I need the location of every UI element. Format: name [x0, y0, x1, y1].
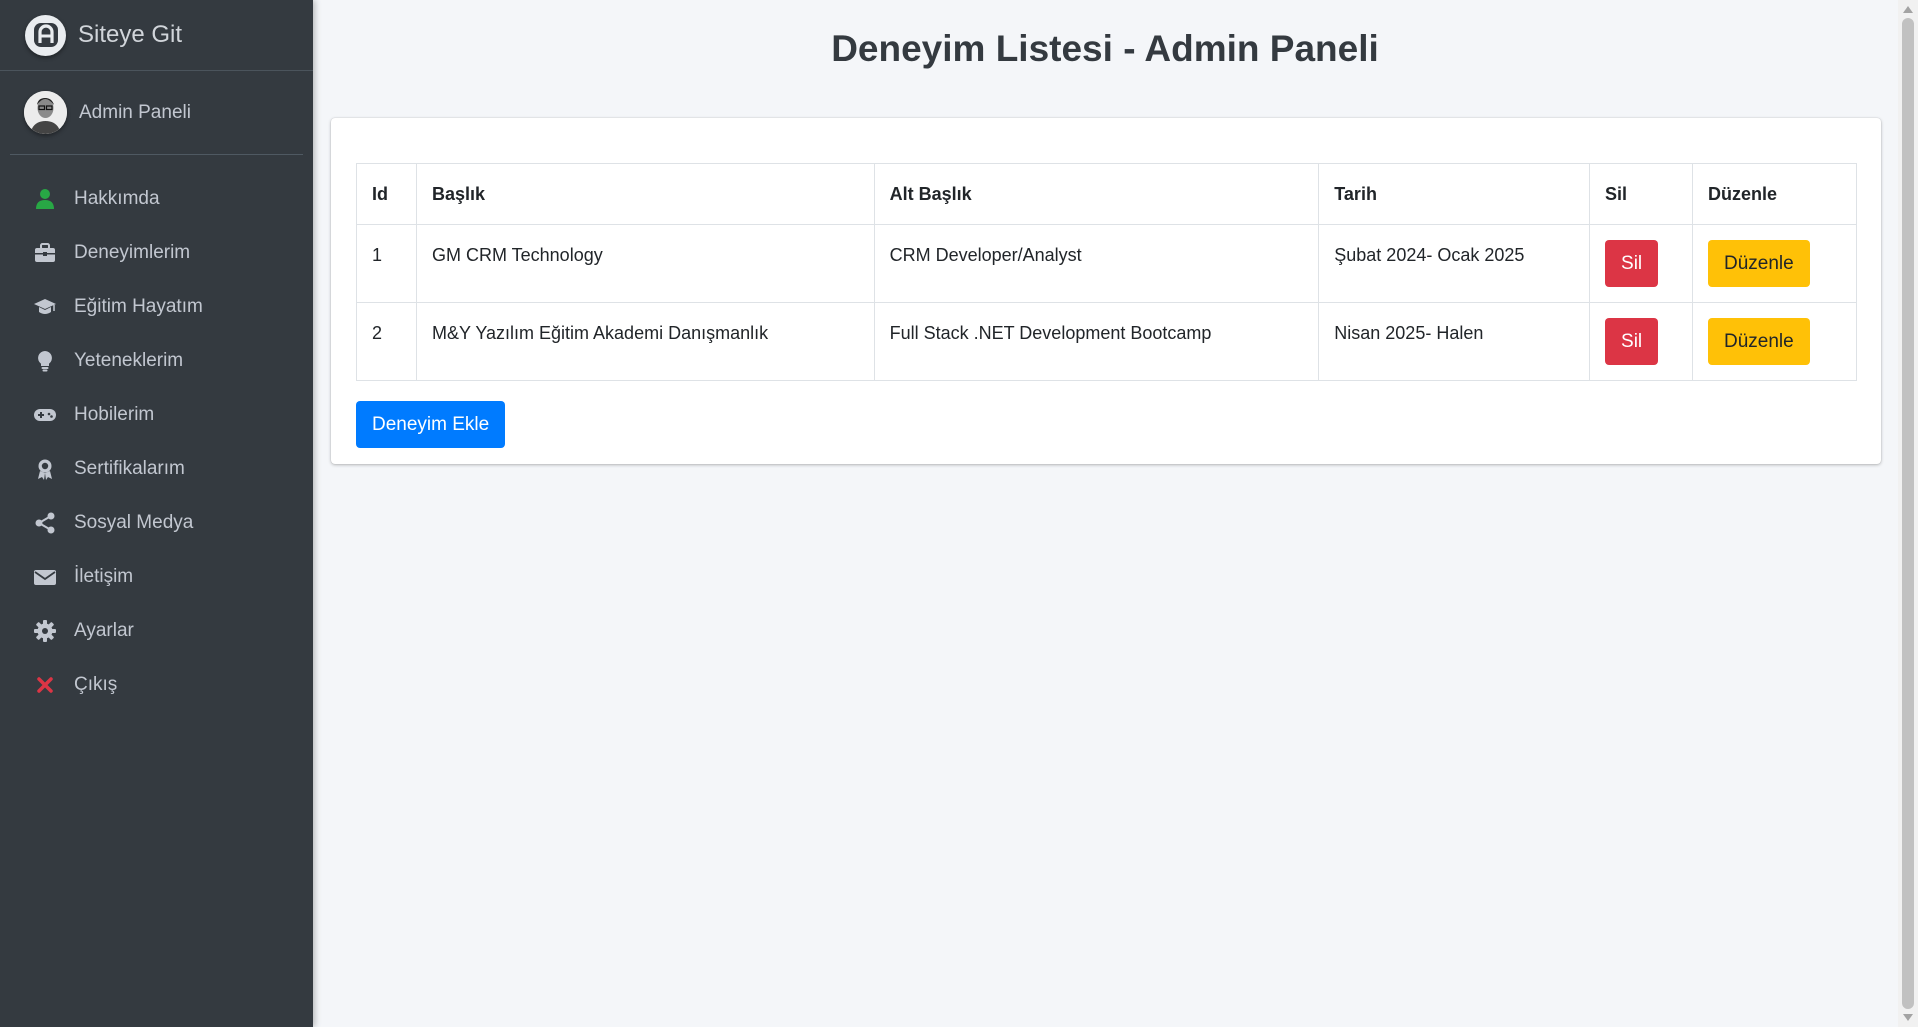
sidebar-item-hobilerim[interactable]: Hobilerim — [0, 388, 313, 442]
envelope-icon — [31, 565, 59, 589]
cell-date: Şubat 2024- Ocak 2025 — [1318, 224, 1591, 303]
sidebar-item-yeteneklerim[interactable]: Yeteneklerim — [0, 334, 313, 388]
scroll-up-icon[interactable] — [1903, 6, 1913, 13]
experience-card: Id Başlık Alt Başlık Tarih Sil Düzenle 1… — [331, 118, 1881, 464]
sidebar-item-deneyimlerim[interactable]: Deneyimlerim — [0, 226, 313, 280]
cell-edit: Düzenle — [1692, 302, 1857, 381]
sidebar-item-label: Hobilerim — [74, 404, 155, 425]
delete-button[interactable]: Sil — [1605, 318, 1659, 365]
cell-title: M&Y Yazılım Eğitim Akademi Danışmanlık — [415, 302, 875, 381]
award-icon — [31, 457, 59, 481]
sidebar-item-label: Sertifikalarım — [74, 458, 185, 479]
cell-delete: Sil — [1589, 224, 1693, 303]
experience-table: Id Başlık Alt Başlık Tarih Sil Düzenle 1… — [356, 163, 1857, 381]
sidebar-item-label: Çıkış — [74, 674, 118, 695]
close-icon — [31, 673, 59, 697]
user-name: Admin Paneli — [79, 101, 191, 123]
cell-title: GM CRM Technology — [415, 224, 875, 303]
table-header-row: Id Başlık Alt Başlık Tarih Sil Düzenle — [356, 163, 1857, 225]
sidebar-nav: Hakkımda Deneyimlerim Eğitim Hayatım Yet… — [0, 172, 313, 712]
sidebar-item-label: Ayarlar — [74, 620, 134, 641]
sidebar-item-label: Sosyal Medya — [74, 512, 194, 533]
page-title: Deneyim Listesi - Admin Paneli — [831, 28, 1379, 69]
column-header-id: Id — [356, 163, 417, 225]
sidebar-item-label: Hakkımda — [74, 188, 160, 209]
sidebar-item-hakkimda[interactable]: Hakkımda — [0, 172, 313, 226]
cell-delete: Sil — [1589, 302, 1693, 381]
table-row: 2 M&Y Yazılım Eğitim Akademi Danışmanlık… — [356, 302, 1857, 381]
column-header-edit: Düzenle — [1692, 163, 1857, 225]
column-header-delete: Sil — [1589, 163, 1693, 225]
gamepad-icon — [31, 403, 59, 427]
cell-id: 1 — [356, 224, 417, 303]
table-row: 1 GM CRM Technology CRM Developer/Analys… — [356, 224, 1857, 303]
vertical-scrollbar[interactable] — [1898, 0, 1918, 1027]
sidebar-item-cikis[interactable]: Çıkış — [0, 658, 313, 712]
briefcase-icon — [31, 241, 59, 265]
cell-id: 2 — [356, 302, 417, 381]
sidebar-item-ayarlar[interactable]: Ayarlar — [0, 604, 313, 658]
user-icon — [31, 187, 59, 211]
cell-subtitle: Full Stack .NET Development Bootcamp — [873, 302, 1320, 381]
brand-text: Siteye Git — [78, 21, 183, 48]
sidebar-item-label: Deneyimlerim — [74, 242, 191, 263]
brand-link[interactable]: Siteye Git — [0, 0, 313, 71]
column-header-title: Başlık — [415, 163, 875, 225]
column-header-subtitle: Alt Başlık — [873, 163, 1320, 225]
sidebar-item-sertifikalarim[interactable]: Sertifikalarım — [0, 442, 313, 496]
sidebar-item-egitim-hayatim[interactable]: Eğitim Hayatım — [0, 280, 313, 334]
cell-subtitle: CRM Developer/Analyst — [873, 224, 1320, 303]
user-panel[interactable]: Admin Paneli — [10, 71, 303, 155]
gear-icon — [31, 619, 59, 643]
edit-button[interactable]: Düzenle — [1708, 240, 1810, 287]
sidebar-item-label: İletişim — [74, 566, 134, 587]
sidebar-item-sosyal-medya[interactable]: Sosyal Medya — [0, 496, 313, 550]
edit-button[interactable]: Düzenle — [1708, 318, 1810, 365]
add-experience-button[interactable]: Deneyim Ekle — [356, 401, 506, 448]
cell-date: Nisan 2025- Halen — [1318, 302, 1591, 381]
sidebar-item-label: Eğitim Hayatım — [74, 296, 203, 317]
sidebar-item-iletisim[interactable]: İletişim — [0, 550, 313, 604]
scroll-down-icon[interactable] — [1903, 1014, 1913, 1021]
user-avatar — [24, 91, 67, 134]
cell-edit: Düzenle — [1692, 224, 1857, 303]
sidebar: Siteye Git Admin Paneli Hakkımda Deneyim… — [0, 0, 313, 1027]
column-header-date: Tarih — [1318, 163, 1591, 225]
share-icon — [31, 511, 59, 535]
delete-button[interactable]: Sil — [1605, 240, 1659, 287]
lightbulb-icon — [31, 349, 59, 373]
site-logo-icon — [25, 14, 66, 56]
graduation-cap-icon — [31, 295, 59, 319]
scroll-thumb[interactable] — [1902, 18, 1914, 1009]
sidebar-item-label: Yeteneklerim — [74, 350, 184, 371]
